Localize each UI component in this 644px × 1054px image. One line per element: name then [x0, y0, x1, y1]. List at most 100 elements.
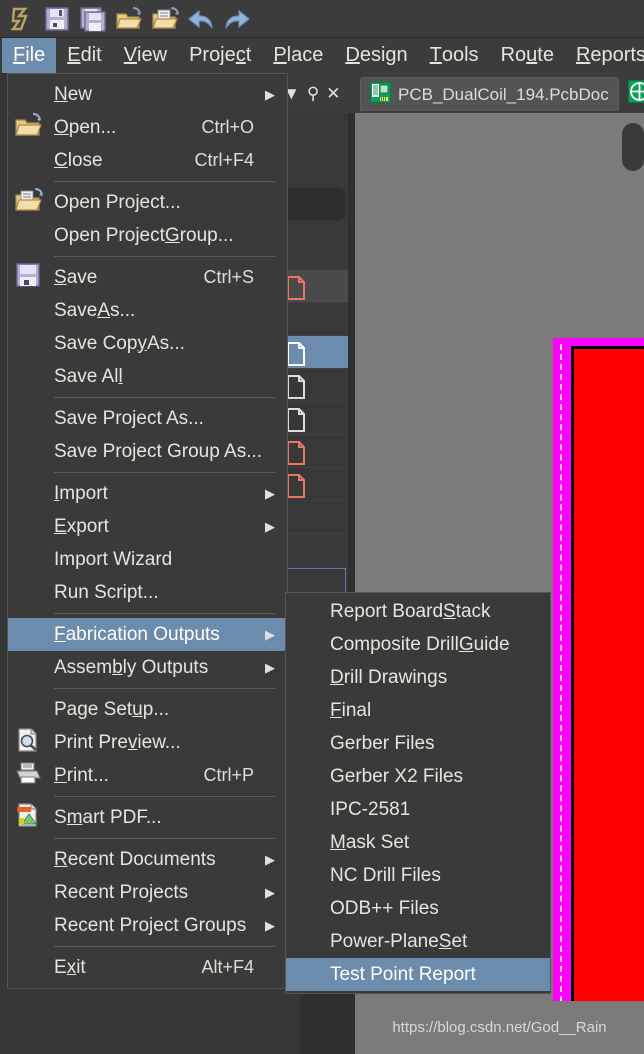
document-icon: [286, 375, 306, 404]
open-icon[interactable]: [112, 2, 146, 36]
menubar-item-file[interactable]: File: [2, 38, 57, 73]
list-item[interactable]: [280, 501, 348, 534]
chevron-right-icon: ▶: [265, 626, 275, 642]
tab-pcb-document[interactable]: PCB_DualCoil_194.PcbDoc: [360, 77, 619, 111]
menu-item-open-project[interactable]: Open Project...: [8, 186, 287, 219]
shortcut-label: Ctrl+P: [203, 765, 254, 785]
shortcut-label: Ctrl+S: [203, 267, 254, 287]
chevron-right-icon: ▶: [265, 884, 275, 900]
submenu-item-power-plane-set[interactable]: Power-Plane Set: [286, 925, 550, 958]
shortcut-label: Ctrl+O: [201, 117, 254, 137]
submenu-item-ipc-2581[interactable]: IPC-2581: [286, 793, 550, 826]
smart-pdf-icon: [14, 802, 42, 834]
submenu-item-odb-files[interactable]: ODB++ Files: [286, 892, 550, 925]
menu-item-recent-projects[interactable]: Recent Projects ▶: [8, 876, 287, 909]
panel-header-controls: ▼ ⚲ ✕: [280, 73, 355, 113]
file-menu-dropdown[interactable]: New ▶ Open... Ctrl+O Close Ctrl+F4 Open …: [7, 73, 288, 989]
menu-item-save-copy-as[interactable]: Save Cop y As...: [8, 327, 287, 360]
tab-label: PCB_DualCoil_194.PcbDoc: [398, 84, 609, 104]
menu-item-new[interactable]: New ▶: [8, 78, 287, 111]
menu-item-save-all[interactable]: Save Al l: [8, 360, 287, 393]
menu-separator: [54, 181, 275, 182]
menu-item-save-project-group-as[interactable]: Save Project Group As...: [8, 435, 287, 468]
shortcut-label: Ctrl+F4: [194, 150, 254, 170]
menu-item-save-as[interactable]: Save As...: [8, 294, 287, 327]
list-item[interactable]: [280, 369, 348, 402]
menubar-item-project[interactable]: Proje c t: [178, 38, 262, 73]
menu-item-open[interactable]: Open... Ctrl+O: [8, 111, 287, 144]
menu-item-close[interactable]: Close Ctrl+F4: [8, 144, 287, 177]
canvas-scrollbar-thumb[interactable]: [622, 123, 644, 171]
status-bar: https://blog.csdn.net/God__Rain: [355, 1001, 644, 1054]
menu-item-fabrication-outputs[interactable]: Fabrication Outputs ▶: [8, 618, 287, 651]
list-item[interactable]: [280, 468, 348, 501]
list-item[interactable]: [280, 336, 348, 369]
printer-icon: [14, 760, 42, 792]
fabrication-outputs-submenu[interactable]: Report Board Stack Composite Drill Guide…: [285, 592, 551, 994]
menu-item-print-preview[interactable]: Print Pre v iew...: [8, 726, 287, 759]
menu-bar: File Edit View Proje c t Place Design Tool…: [0, 38, 644, 73]
submenu-item-composite-drill-guide[interactable]: Composite Drill Guide: [286, 628, 550, 661]
menu-separator: [54, 397, 275, 398]
submenu-item-gerber-files[interactable]: Gerber Files: [286, 727, 550, 760]
pcb3d-view-icon: [627, 80, 644, 108]
menu-separator: [54, 613, 275, 614]
chevron-right-icon: ▶: [265, 86, 275, 102]
list-item[interactable]: [280, 270, 348, 303]
menubar-item-route[interactable]: Ro u te: [490, 38, 565, 73]
menu-item-recent-project-groups[interactable]: Recent Project Groups ▶: [8, 909, 287, 942]
list-item[interactable]: [280, 402, 348, 435]
board-copper-fill: [574, 349, 644, 1001]
document-icon: [286, 474, 306, 503]
menubar-item-design[interactable]: Design: [334, 38, 418, 73]
pin-icon[interactable]: ⚲: [307, 85, 319, 102]
open-folder-icon: [14, 112, 44, 144]
chevron-right-icon: ▶: [265, 659, 275, 675]
menu-item-save[interactable]: Save Ctrl+S: [8, 261, 287, 294]
menu-item-save-project-as[interactable]: Save Project As...: [8, 402, 287, 435]
document-icon: [286, 441, 306, 470]
undo-icon[interactable]: [184, 2, 218, 36]
menu-item-assembly-outputs[interactable]: Assem b ly Outputs ▶: [8, 651, 287, 684]
redo-icon[interactable]: [220, 2, 254, 36]
document-tab-strip: PCB_DualCoil_194.PcbDoc: [355, 73, 644, 113]
menu-item-smart-pdf[interactable]: Sm art PDF...: [8, 801, 287, 834]
altium-logo-icon[interactable]: [4, 2, 38, 36]
menubar-item-view[interactable]: View: [113, 38, 178, 73]
open-project-icon[interactable]: [148, 2, 182, 36]
close-icon[interactable]: ✕: [326, 85, 340, 102]
submenu-item-test-point-report[interactable]: Test Point Report: [286, 958, 550, 991]
menu-separator: [54, 472, 275, 473]
save-icon[interactable]: [40, 2, 74, 36]
menu-item-export[interactable]: Export ▶: [8, 510, 287, 543]
submenu-item-nc-drill-files[interactable]: NC Drill Files: [286, 859, 550, 892]
menu-separator: [54, 946, 275, 947]
menu-item-import[interactable]: Import ▶: [8, 477, 287, 510]
menu-item-recent-documents[interactable]: Recent Documents ▶: [8, 843, 287, 876]
menu-item-import-wizard[interactable]: Import Wizard: [8, 543, 287, 576]
menu-item-open-project-group[interactable]: Open Project Group...: [8, 219, 287, 252]
altium-designer-window: File Edit View Proje c t Place Design Tool…: [0, 0, 644, 1054]
menu-item-exit[interactable]: Ex it Alt+F4: [8, 951, 287, 984]
submenu-item-final[interactable]: Final: [286, 694, 550, 727]
shortcut-label: Alt+F4: [201, 957, 254, 977]
menu-item-print[interactable]: Print... Ctrl+P: [8, 759, 287, 792]
menubar-item-tools[interactable]: Tools: [419, 38, 490, 73]
floppy-save-icon: [14, 262, 42, 294]
submenu-item-drill-drawings[interactable]: Drill Drawings: [286, 661, 550, 694]
submenu-item-mask-set[interactable]: Mask Set: [286, 826, 550, 859]
menubar-item-reports[interactable]: Reports: [565, 38, 644, 73]
menubar-item-edit[interactable]: Edit: [56, 38, 112, 73]
tab-pcb3d-view[interactable]: [619, 77, 644, 111]
menubar-item-place[interactable]: Place: [262, 38, 334, 73]
list-item[interactable]: [280, 303, 348, 336]
submenu-item-report-board-stack[interactable]: Report Board Stack: [286, 595, 550, 628]
save-all-icon[interactable]: [76, 2, 110, 36]
document-icon: [286, 408, 306, 437]
menu-item-page-setup[interactable]: Page Set u p...: [8, 693, 287, 726]
menu-separator: [54, 256, 275, 257]
main-toolbar: [0, 0, 644, 38]
list-item[interactable]: [280, 435, 348, 468]
menu-item-run-script[interactable]: Run Script...: [8, 576, 287, 609]
submenu-item-gerber-x2-files[interactable]: Gerber X2 Files: [286, 760, 550, 793]
